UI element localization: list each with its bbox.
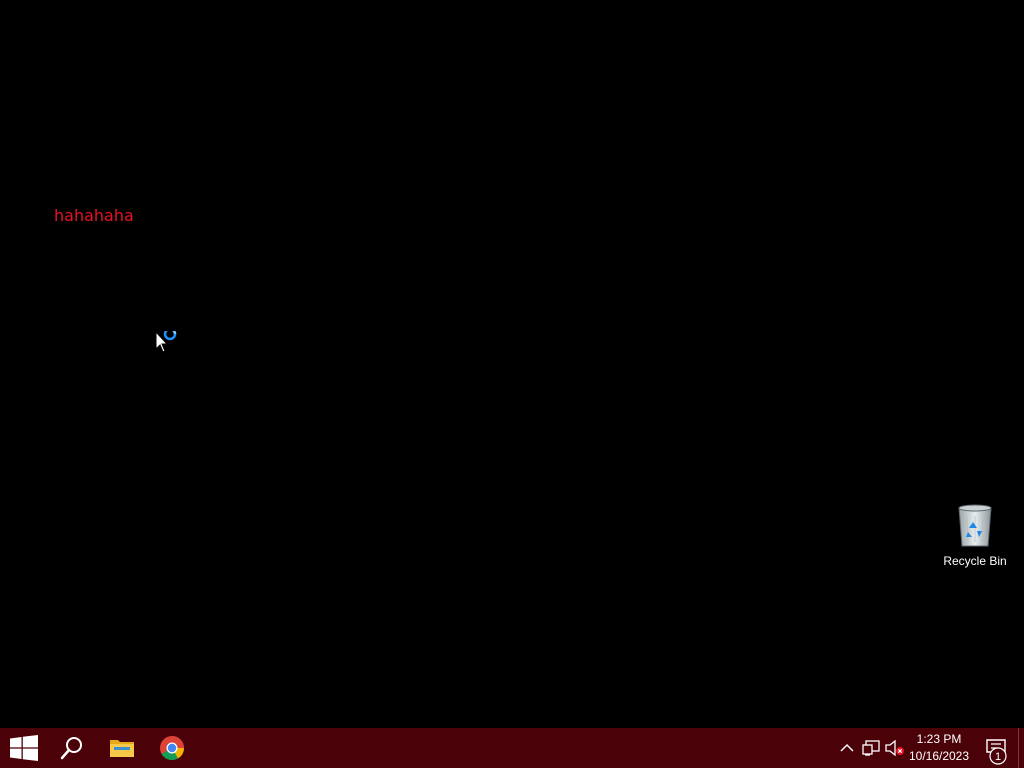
notification-count: 1 — [995, 751, 1001, 763]
show-hidden-icons-button[interactable] — [836, 728, 858, 768]
windows-logo-icon — [10, 735, 38, 761]
recycle-bin-label: Recycle Bin — [943, 554, 1007, 568]
folder-icon — [110, 740, 134, 757]
chevron-up-icon — [840, 743, 854, 752]
file-explorer-button[interactable] — [98, 728, 146, 768]
clock[interactable]: 1:23 PM 10/16/2023 — [906, 728, 972, 768]
start-button[interactable] — [0, 728, 48, 768]
taskbar: 1:23 PM 10/16/2023 — [0, 728, 1024, 768]
desktop-text: hahahaha — [54, 206, 134, 225]
volume-muted-icon — [885, 740, 904, 756]
desktop[interactable]: hahahaha Recycle Bin — [0, 0, 1024, 728]
chrome-button[interactable] — [148, 728, 196, 768]
chrome-icon — [160, 736, 184, 761]
network-icon — [862, 740, 880, 756]
clock-date: 10/16/2023 — [908, 749, 970, 763]
network-button[interactable] — [860, 728, 882, 768]
volume-button[interactable] — [884, 728, 906, 768]
recycle-bin-icon — [958, 504, 992, 547]
notification-badge: 1 — [989, 747, 1007, 765]
busy-cursor-icon — [155, 331, 177, 353]
recycle-bin-shortcut[interactable]: Recycle Bin — [940, 502, 1010, 574]
clock-time: 1:23 PM — [916, 732, 962, 746]
show-desktop-button[interactable] — [1018, 728, 1024, 768]
search-button[interactable] — [48, 728, 96, 768]
search-icon — [60, 737, 82, 760]
